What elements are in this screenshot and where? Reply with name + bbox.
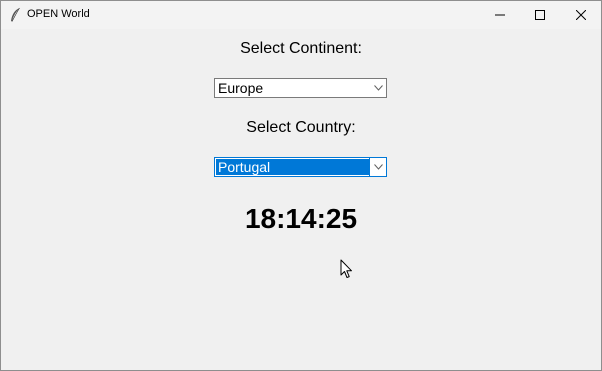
minimize-button[interactable] bbox=[480, 1, 520, 29]
window-title: OPEN World bbox=[27, 8, 90, 20]
maximize-button[interactable] bbox=[520, 1, 560, 29]
feather-icon bbox=[9, 7, 21, 23]
minimize-icon bbox=[495, 10, 505, 20]
maximize-icon bbox=[535, 10, 545, 20]
mouse-pointer-icon bbox=[340, 259, 353, 279]
country-label: Select Country: bbox=[246, 119, 356, 136]
chevron-down-icon[interactable] bbox=[370, 79, 386, 97]
chevron-down-icon[interactable] bbox=[369, 158, 386, 176]
app-window: OPEN World Select Continent: Europe Sele… bbox=[0, 0, 602, 371]
close-button[interactable] bbox=[561, 1, 601, 29]
country-select-value: Portugal bbox=[216, 159, 370, 175]
main-content: Select Continent: Europe Select Country:… bbox=[1, 29, 601, 370]
title-bar[interactable]: OPEN World bbox=[1, 1, 601, 29]
continent-select[interactable]: Europe bbox=[214, 78, 387, 98]
continent-select-value: Europe bbox=[218, 80, 264, 96]
close-icon bbox=[576, 10, 586, 20]
clock-display: 18:14:25 bbox=[244, 203, 358, 234]
country-select[interactable]: Portugal bbox=[214, 157, 387, 177]
continent-label: Select Continent: bbox=[240, 40, 362, 57]
